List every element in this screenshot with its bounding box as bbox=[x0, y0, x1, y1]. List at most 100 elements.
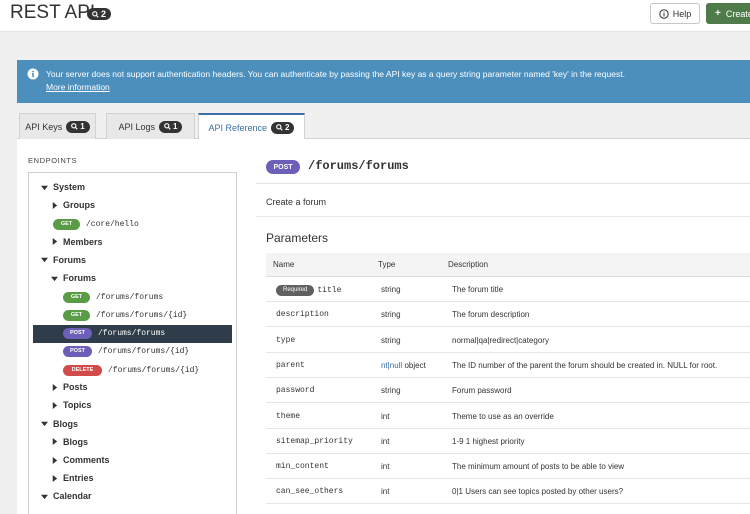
param-type: string bbox=[381, 285, 401, 294]
table-row: Required title string The forum title bbox=[266, 277, 750, 302]
parameters-heading: Parameters bbox=[266, 231, 329, 245]
table-row: sitemap_priority int 1-9 1 highest priorit… bbox=[266, 429, 750, 454]
column-header-description: Description bbox=[448, 260, 489, 269]
param-name-cell: password bbox=[276, 386, 314, 395]
param-type-value: string bbox=[381, 335, 401, 345]
param-description: 1-9 1 highest priority bbox=[452, 436, 525, 446]
tree-node[interactable]: Blogs bbox=[41, 419, 78, 429]
tree-node[interactable]: Groups bbox=[51, 200, 95, 210]
tab-label: API Reference bbox=[208, 122, 268, 133]
param-type-value: int bbox=[381, 462, 390, 472]
tree-node[interactable]: System bbox=[41, 182, 85, 192]
tree-node[interactable]: Comments bbox=[51, 455, 110, 465]
param-name: sitemap_priority bbox=[276, 436, 353, 446]
tab-count: 1 bbox=[80, 121, 85, 131]
param-name: title bbox=[317, 286, 342, 295]
param-name: min_content bbox=[276, 462, 329, 472]
tree-node[interactable]: Calendar bbox=[41, 491, 92, 501]
tab-count-badge: 1 bbox=[159, 120, 183, 133]
tree-node-label: Blogs bbox=[63, 436, 89, 447]
table-row: password string Forum password bbox=[266, 378, 750, 404]
title-count-badge[interactable]: 2 bbox=[87, 8, 112, 20]
endpoint-item[interactable]: POST/forums/forums bbox=[33, 324, 232, 343]
endpoint-path: /core/hello bbox=[86, 219, 139, 229]
endpoint-item[interactable]: GET/core/hello bbox=[33, 215, 232, 233]
param-name: description bbox=[276, 310, 329, 320]
method-badge: GET bbox=[63, 291, 90, 303]
tree-node[interactable]: Members bbox=[51, 237, 103, 247]
endpoint-description: Create a forum bbox=[266, 197, 327, 207]
param-name-cell: can_see_others bbox=[276, 487, 343, 496]
tab-label: API Keys bbox=[25, 121, 63, 132]
tree-node-label: System bbox=[53, 182, 86, 192]
info-icon bbox=[27, 68, 39, 80]
param-type-value: int bbox=[381, 436, 390, 446]
param-name: theme bbox=[276, 411, 301, 421]
param-description: The forum title bbox=[452, 285, 504, 294]
endpoint-item[interactable]: GET/forums/forums bbox=[33, 288, 232, 306]
help-label: Help bbox=[672, 8, 692, 19]
caret-right-icon bbox=[52, 456, 58, 464]
title-count: 2 bbox=[101, 9, 107, 19]
caret-right-icon bbox=[52, 438, 58, 446]
param-type-value: string bbox=[381, 310, 401, 320]
tab-count-badge: 1 bbox=[66, 120, 90, 133]
endpoints-title: ENDPOINTS bbox=[28, 156, 78, 165]
endpoint-path: /forums/forums/{id} bbox=[108, 365, 200, 375]
required-badge: Required bbox=[276, 285, 315, 296]
tree-node-label: Forums bbox=[63, 273, 97, 283]
tree-node[interactable]: Topics bbox=[51, 400, 91, 410]
param-description: The minimum amount of posts to be able t… bbox=[452, 462, 625, 472]
help-button[interactable]: Help bbox=[650, 3, 700, 24]
info-circle-icon bbox=[659, 8, 669, 19]
tab-count: 2 bbox=[285, 122, 290, 132]
tree-node-label: Members bbox=[63, 236, 103, 247]
caret-down-icon bbox=[41, 258, 48, 263]
param-name: password bbox=[276, 386, 315, 396]
tree-node-label: Blogs bbox=[53, 418, 79, 429]
method-badge: GET bbox=[63, 309, 90, 321]
create-button[interactable]: + Create bbox=[706, 3, 750, 24]
endpoint-path: /forums/forums bbox=[308, 159, 409, 173]
endpoint-item[interactable]: GET/forums/forums/{id} bbox=[33, 306, 232, 324]
tree-node[interactable]: Forums bbox=[41, 255, 86, 265]
type-link[interactable]: nt|null bbox=[381, 361, 402, 370]
tab-api-logs[interactable]: API Logs 1 bbox=[106, 113, 195, 139]
plus-icon: + bbox=[715, 8, 721, 19]
tree-node[interactable]: Posts bbox=[51, 382, 88, 392]
table-row: can_see_others int 0|1 Users can see topic… bbox=[266, 479, 750, 505]
method-badge: POST bbox=[63, 328, 92, 340]
param-name-cell: Required title bbox=[276, 285, 341, 296]
create-label: Create bbox=[725, 8, 750, 19]
tree-node-label: Posts bbox=[63, 382, 88, 393]
caret-down-icon bbox=[51, 276, 58, 281]
caret-down-icon bbox=[41, 494, 48, 500]
tree-node[interactable]: Forums bbox=[51, 273, 96, 283]
param-description: The forum description bbox=[452, 310, 530, 320]
param-name: can_see_others bbox=[276, 487, 344, 497]
param-name-cell: description bbox=[276, 310, 329, 319]
search-icon bbox=[164, 123, 171, 130]
page-title: REST API bbox=[10, 2, 96, 23]
tab-api-keys[interactable]: API Keys 1 bbox=[19, 113, 96, 139]
tree-node-label: Forums bbox=[53, 254, 87, 265]
caret-right-icon bbox=[52, 238, 58, 246]
params-table-header: Name Type Description bbox=[266, 253, 750, 277]
tab-api-reference[interactable]: API Reference 2 bbox=[198, 113, 305, 140]
endpoint-item[interactable]: POST/forums/forums/{id} bbox=[33, 343, 232, 361]
more-information-link[interactable]: More information bbox=[46, 82, 110, 92]
param-type: int bbox=[381, 437, 389, 446]
endpoint-item[interactable]: DELETE/forums/forums/{id} bbox=[33, 361, 232, 379]
banner-message: Your server does not support authenticat… bbox=[46, 69, 625, 79]
param-name-cell: parent bbox=[276, 361, 305, 370]
caret-right-icon bbox=[52, 401, 58, 409]
divider bbox=[256, 216, 750, 217]
search-icon bbox=[92, 10, 99, 18]
param-type: int bbox=[381, 462, 389, 471]
tree-node[interactable]: Blogs bbox=[51, 437, 88, 447]
tree-node[interactable]: Entries bbox=[51, 473, 94, 483]
tree-node-label: Calendar bbox=[53, 491, 92, 502]
tree-node-label: Groups bbox=[63, 200, 96, 211]
column-header-name: Name bbox=[273, 260, 295, 269]
endpoint-path: /forums/forums bbox=[96, 292, 164, 302]
